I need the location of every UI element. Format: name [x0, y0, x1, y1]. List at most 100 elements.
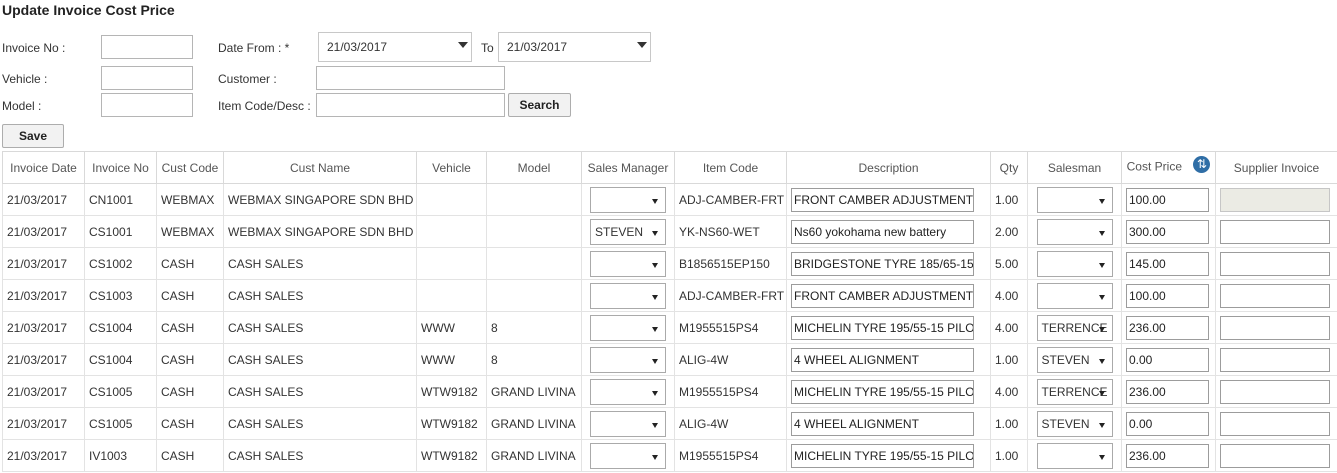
- invoice-table: Invoice Date Invoice No Cust Code Cust N…: [2, 151, 1337, 472]
- description-input[interactable]: MICHELIN TYRE 195/55-15 PILOT S: [791, 315, 974, 340]
- description-input[interactable]: BRIDGESTONE TYRE 185/65-15 EC: [791, 251, 974, 276]
- customer-input[interactable]: [316, 66, 505, 90]
- cell-invoice-no: CS1004: [84, 311, 157, 344]
- chevron-down-icon: [652, 326, 658, 332]
- col-vehicle: Vehicle: [416, 151, 487, 184]
- cell-cust-code: WEBMAX: [156, 183, 224, 216]
- cell-sales-manager: STEVEN: [581, 215, 675, 248]
- cost-price-input[interactable]: 100.00: [1126, 187, 1209, 212]
- cell-vehicle: WWW: [416, 311, 487, 344]
- cell-invoice-date: 21/03/2017: [2, 247, 85, 280]
- sales-manager-select[interactable]: [590, 282, 666, 309]
- salesman-select[interactable]: [1036, 282, 1113, 309]
- sales-manager-select[interactable]: [590, 314, 666, 341]
- col-supplier-invoice: Supplier Invoice: [1215, 151, 1337, 184]
- cell-cust-code: CASH: [156, 279, 224, 312]
- cell-cost-price: 300.00: [1121, 215, 1216, 248]
- salesman-select[interactable]: STEVEN: [1036, 346, 1113, 373]
- cell-invoice-no: CS1005: [84, 407, 157, 440]
- cell-vehicle: [416, 215, 487, 248]
- cell-invoice-no: CS1002: [84, 247, 157, 280]
- table-row: 21/03/2017 IV1003 CASH CASH SALES WTW9182 GRA…: [2, 439, 1337, 472]
- salesman-select[interactable]: STEVEN: [1036, 410, 1113, 437]
- salesman-select[interactable]: TERRENCE: [1036, 378, 1113, 405]
- description-input[interactable]: MICHELIN TYRE 195/55-15 PILOT S: [791, 443, 974, 468]
- cell-description: 4 WHEEL ALIGNMENT: [786, 407, 991, 440]
- supplier-invoice-input[interactable]: [1220, 443, 1330, 468]
- cell-sales-manager: [581, 343, 675, 376]
- sales-manager-select[interactable]: [590, 410, 666, 437]
- description-input[interactable]: 4 WHEEL ALIGNMENT: [791, 347, 974, 372]
- sales-manager-select[interactable]: [590, 250, 666, 277]
- sales-manager-select[interactable]: [590, 346, 666, 373]
- invoice-no-input[interactable]: [101, 35, 193, 59]
- chevron-down-icon: [1098, 294, 1105, 300]
- salesman-select[interactable]: TERRENCE: [1036, 314, 1113, 341]
- cell-description: BRIDGESTONE TYRE 185/65-15 EC: [786, 247, 991, 280]
- cost-price-input[interactable]: 0.00: [1126, 411, 1209, 436]
- chevron-down-icon: [652, 262, 658, 268]
- salesman-select[interactable]: [1036, 442, 1113, 469]
- salesman-select[interactable]: [1036, 250, 1113, 277]
- cell-description: MICHELIN TYRE 195/55-15 PILOT S: [786, 375, 991, 408]
- description-input[interactable]: 4 WHEEL ALIGNMENT: [791, 411, 974, 436]
- salesman-select[interactable]: [1036, 218, 1113, 245]
- refresh-icon[interactable]: ⇅: [1193, 156, 1211, 173]
- col-invoice-date: Invoice Date: [2, 151, 85, 184]
- supplier-invoice-input[interactable]: [1220, 283, 1330, 308]
- cost-price-input[interactable]: 236.00: [1126, 379, 1209, 404]
- description-input[interactable]: Ns60 yokohama new battery: [791, 219, 974, 244]
- vehicle-input[interactable]: [101, 66, 193, 90]
- cell-invoice-date: 21/03/2017: [2, 375, 85, 408]
- item-code-input[interactable]: [316, 93, 505, 117]
- cost-price-input[interactable]: 236.00: [1126, 315, 1209, 340]
- cell-cust-code: CASH: [156, 343, 224, 376]
- cell-vehicle: [416, 247, 487, 280]
- model-input[interactable]: [101, 93, 193, 117]
- cell-supplier-invoice: [1215, 439, 1337, 472]
- supplier-invoice-input: [1220, 187, 1330, 212]
- description-input[interactable]: FRONT CAMBER ADJUSTMENT: [791, 187, 974, 212]
- sales-manager-select[interactable]: STEVEN: [590, 218, 666, 245]
- cost-price-input[interactable]: 145.00: [1126, 251, 1209, 276]
- cell-invoice-date: 21/03/2017: [2, 183, 85, 216]
- cost-price-input[interactable]: 236.00: [1126, 443, 1209, 468]
- cell-supplier-invoice: [1215, 279, 1337, 312]
- cell-description: FRONT CAMBER ADJUSTMENT: [786, 183, 991, 216]
- supplier-invoice-input[interactable]: [1220, 411, 1330, 436]
- date-from-label: Date From : *: [218, 41, 290, 55]
- cell-salesman: TERRENCE: [1027, 311, 1122, 344]
- cell-supplier-invoice: [1215, 215, 1337, 248]
- cost-price-input[interactable]: 100.00: [1126, 283, 1209, 308]
- cell-supplier-invoice: [1215, 343, 1337, 376]
- salesman-select[interactable]: [1036, 186, 1113, 213]
- date-from-select[interactable]: 21/03/2017: [318, 32, 472, 62]
- customer-label: Customer :: [218, 72, 277, 86]
- description-input[interactable]: FRONT CAMBER ADJUSTMENT: [791, 283, 974, 308]
- cost-price-input[interactable]: 0.00: [1126, 347, 1209, 372]
- description-input[interactable]: MICHELIN TYRE 195/55-15 PILOT S: [791, 379, 974, 404]
- cell-cust-code: CASH: [156, 247, 224, 280]
- chevron-down-icon: [637, 42, 647, 48]
- save-button[interactable]: Save: [2, 124, 64, 148]
- invoice-no-label: Invoice No :: [2, 41, 66, 55]
- date-to-select[interactable]: 21/03/2017: [498, 32, 651, 62]
- cell-qty: 1.00: [990, 407, 1028, 440]
- search-button[interactable]: Search: [508, 93, 571, 117]
- cell-model: 8: [486, 311, 582, 344]
- cell-invoice-no: IV1003: [84, 439, 157, 472]
- cell-invoice-date: 21/03/2017: [2, 215, 85, 248]
- sales-manager-select[interactable]: [590, 378, 666, 405]
- supplier-invoice-input[interactable]: [1220, 379, 1330, 404]
- cell-salesman: STEVEN: [1027, 343, 1122, 376]
- sales-manager-select[interactable]: [590, 442, 666, 469]
- supplier-invoice-input[interactable]: [1220, 315, 1330, 340]
- cost-price-input[interactable]: 300.00: [1126, 219, 1209, 244]
- cell-item-code: B1856515EP150: [674, 247, 787, 280]
- chevron-down-icon: [458, 42, 468, 48]
- supplier-invoice-input[interactable]: [1220, 251, 1330, 276]
- cell-sales-manager: [581, 375, 675, 408]
- supplier-invoice-input[interactable]: [1220, 219, 1330, 244]
- sales-manager-select[interactable]: [590, 186, 666, 213]
- supplier-invoice-input[interactable]: [1220, 347, 1330, 372]
